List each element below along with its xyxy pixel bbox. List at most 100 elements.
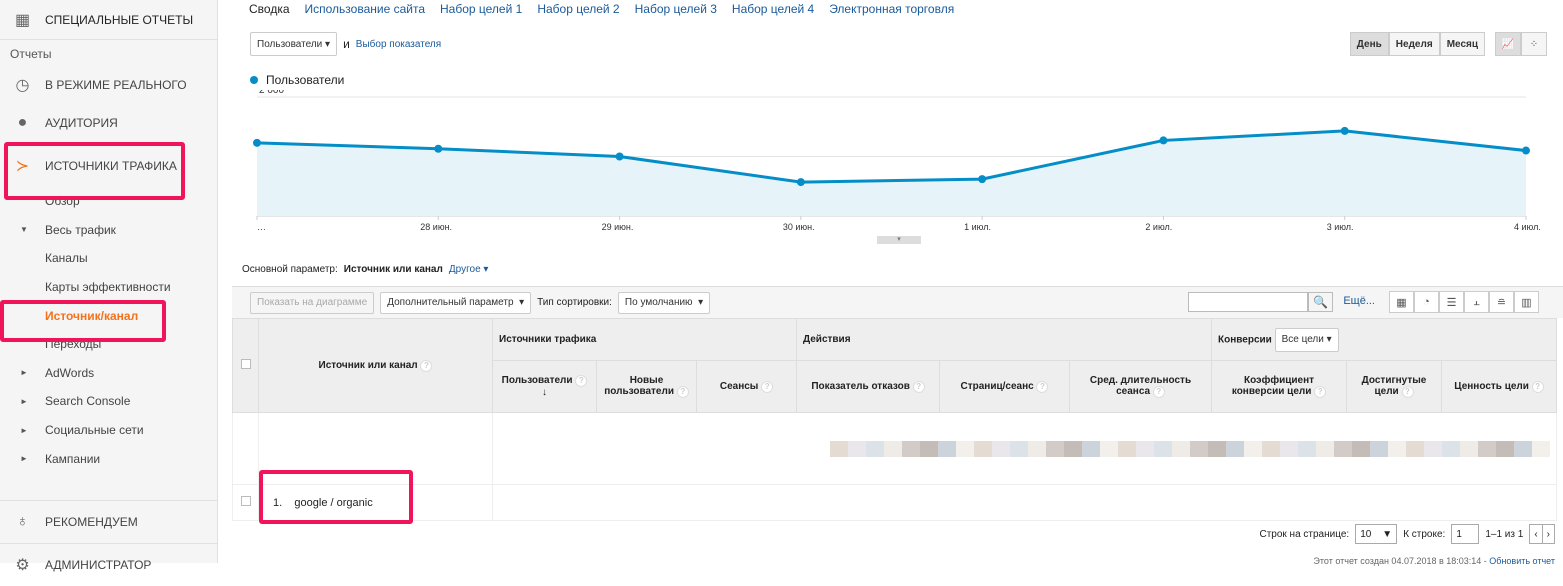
highlight-box	[0, 300, 166, 342]
column-header[interactable]: Показатель отказов ?	[796, 360, 940, 413]
clock-icon: ◷	[15, 76, 30, 94]
report-tabs: Сводка Использование сайта Набор целей 1 На…	[232, 0, 1563, 18]
help-icon[interactable]: ?	[1314, 386, 1327, 398]
sidebar-item[interactable]: Карты эффективности	[0, 273, 217, 302]
help-icon[interactable]: ?	[912, 380, 925, 393]
column-header[interactable]: Пользователи ? ↓	[492, 360, 597, 413]
plot-rows-button[interactable]: Показать на диаграмме	[250, 291, 375, 314]
redacted-cell	[1172, 440, 1190, 457]
tab[interactable]: Набор целей 1	[440, 2, 522, 16]
table-search-input[interactable]	[1188, 292, 1308, 312]
term-cloud-icon[interactable]: ≘	[1489, 291, 1514, 313]
redacted-cell	[1100, 440, 1118, 457]
tab[interactable]: Сводка	[249, 2, 290, 16]
tab[interactable]: Электронная торговля	[829, 2, 954, 16]
help-icon[interactable]: ?	[676, 386, 689, 398]
sidebar-item[interactable]: ► Кампании	[0, 444, 217, 473]
column-header[interactable]: Страниц/сеанс ?	[939, 360, 1070, 413]
column-source-medium[interactable]: Источник или канал ?	[258, 318, 493, 413]
metric-dropdown[interactable]: Пользователи ▾	[250, 32, 338, 56]
sidebar-custom-reports[interactable]: ▦ СПЕЦИАЛЬНЫЕ ОТЧЕТЫ	[0, 0, 217, 40]
help-icon[interactable]: ?	[1036, 380, 1049, 393]
help-icon[interactable]: ?	[575, 375, 588, 387]
x-tick-label: 3 июл.	[1327, 222, 1354, 232]
redacted-cell	[1406, 440, 1424, 457]
highlight-box	[259, 470, 413, 524]
redacted-cell	[1190, 440, 1208, 457]
group-conversions: Конверсии Все цели ▾	[1211, 318, 1557, 361]
sort-type-dropdown[interactable]: По умолчанию ▾	[617, 291, 711, 314]
redacted-cell	[1298, 440, 1316, 457]
sidebar-item[interactable]: ► Search Console	[0, 387, 217, 416]
other-dimension-link[interactable]: Другое ▾	[449, 264, 489, 275]
data-point	[1159, 136, 1168, 145]
prev-page-button[interactable]: ‹	[1529, 524, 1543, 544]
sidebar-item[interactable]: ► AdWords	[0, 359, 217, 388]
next-page-button[interactable]: ›	[1541, 524, 1555, 544]
chart-collapse-handle[interactable]: ▾	[877, 236, 921, 244]
secondary-dimension-dropdown[interactable]: Дополнительный параметр ▾	[380, 291, 532, 314]
sidebar-item[interactable]: Каналы	[0, 244, 217, 273]
redacted-cell	[1388, 440, 1406, 457]
sidebar-item[interactable]: ► Социальные сети	[0, 416, 217, 445]
redacted-cell	[902, 440, 920, 457]
line-chart-icon[interactable]: 📈	[1495, 32, 1521, 56]
goal-select[interactable]: Все цели ▾	[1274, 327, 1339, 352]
table-view-icon[interactable]: ▦	[1389, 291, 1414, 313]
help-icon[interactable]: ?	[1531, 380, 1544, 393]
sort-arrow-icon: ↓	[542, 387, 547, 398]
column-header[interactable]: Ценность цели ?	[1441, 360, 1557, 413]
data-point	[1340, 126, 1349, 135]
refresh-report-link[interactable]: Обновить отчет	[1489, 556, 1555, 566]
comparison-view-icon[interactable]: ⫠	[1464, 291, 1489, 313]
column-header[interactable]: Достигнутые цели ?	[1346, 360, 1442, 413]
period-button[interactable]: Неделя	[1388, 32, 1440, 56]
redacted-cell	[1136, 440, 1154, 457]
sidebar-recommend[interactable]: ♁ РЕКОМЕНДУЕМ	[0, 500, 217, 543]
tab[interactable]: Набор целей 2	[537, 2, 619, 16]
chart-legend: Пользователи	[250, 73, 344, 87]
help-icon[interactable]: ?	[1152, 386, 1165, 398]
column-header[interactable]: Сред. длительность сеанса ?	[1069, 360, 1212, 413]
tab[interactable]: Использование сайта	[305, 2, 426, 16]
table-row[interactable]: 1. google / organic	[232, 484, 1557, 521]
rows-per-page-select[interactable]: 10 ▼	[1355, 524, 1398, 544]
search-icon[interactable]: 🔍	[1308, 292, 1333, 312]
motion-chart-icon[interactable]: ⁘	[1521, 32, 1547, 56]
redacted-cell	[974, 440, 992, 457]
redacted-cell	[1442, 440, 1460, 457]
more-link[interactable]: Ещё...	[1343, 295, 1375, 307]
sidebar-item[interactable]: ▼ Весь трафик	[0, 216, 217, 245]
sidebar-audience[interactable]: ● АУДИТОРИЯ	[0, 101, 217, 144]
select-all-checkbox[interactable]	[240, 359, 251, 369]
performance-view-icon[interactable]: ☰	[1439, 291, 1464, 313]
pivot-view-icon[interactable]: ▥	[1514, 291, 1539, 313]
choose-metric-link[interactable]: Выбор показателя	[356, 39, 441, 50]
help-icon[interactable]: ?	[761, 380, 774, 393]
primary-dimension-value[interactable]: Источник или канал	[344, 264, 443, 275]
x-tick-label: 29 июн.	[602, 222, 634, 232]
report-created-note: Этот отчет создан 04.07.2018 в 18:03:14 …	[1313, 556, 1555, 566]
redacted-cell	[848, 440, 866, 457]
x-tick-label: 28 июн.	[420, 222, 452, 232]
pie-view-icon[interactable]: ◔	[1414, 291, 1439, 313]
data-table: Источник или канал ? Источники трафика Д…	[232, 318, 1557, 521]
tab[interactable]: Набор целей 3	[635, 2, 717, 16]
tab[interactable]: Набор целей 4	[732, 2, 814, 16]
column-header[interactable]: Сеансы ?	[696, 360, 797, 413]
redacted-cell	[1460, 440, 1478, 457]
redacted-cell	[1118, 440, 1136, 457]
redacted-cell	[1370, 440, 1388, 457]
goto-row-input[interactable]: 1	[1451, 524, 1480, 544]
help-icon[interactable]: ?	[1401, 386, 1414, 398]
sidebar-realtime[interactable]: ◷ В РЕЖИМЕ РЕАЛЬНОГО	[0, 68, 217, 101]
sidebar-admin[interactable]: ⚙ АДМИНИСТРАТОР	[0, 543, 217, 586]
column-header[interactable]: Коэффициент конверсии цели ?	[1211, 360, 1347, 413]
period-button[interactable]: День	[1349, 32, 1389, 56]
column-header[interactable]: Новые пользователи ?	[596, 360, 697, 413]
x-tick-label: 30 июн.	[783, 222, 815, 232]
row-checkbox[interactable]	[240, 496, 251, 506]
period-button[interactable]: Месяц	[1439, 32, 1485, 56]
redacted-cell	[1262, 440, 1280, 457]
sort-label: Тип сортировки:	[537, 297, 612, 308]
